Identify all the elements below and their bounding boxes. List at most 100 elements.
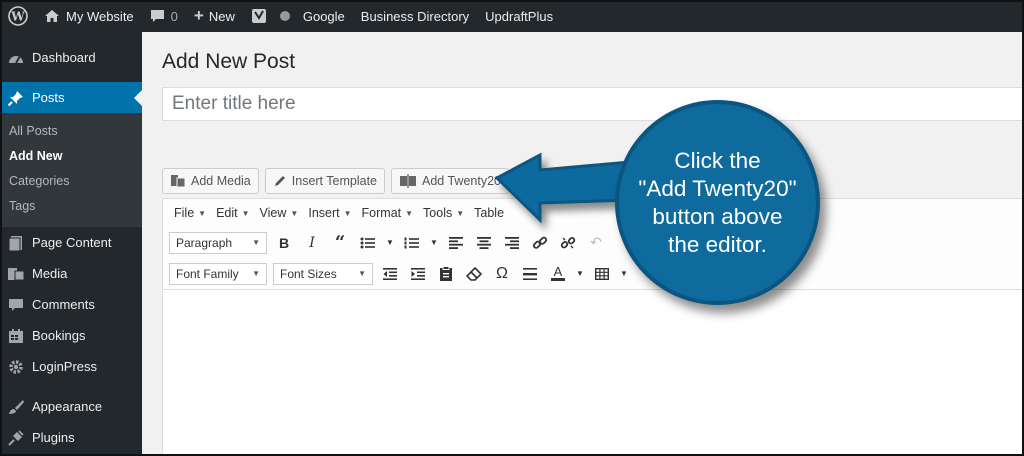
sidebar-item-label: LoginPress	[32, 359, 98, 374]
format-select-value: Paragraph	[176, 235, 233, 250]
menu-format[interactable]: Format ▼	[357, 206, 419, 220]
admin-link-google[interactable]: Google	[295, 0, 353, 32]
calendar-icon	[6, 326, 26, 346]
chevron-down-icon: ▼	[343, 208, 352, 218]
sidebar-item-label: Plugins	[32, 430, 75, 445]
new-label: New	[208, 8, 235, 24]
chevron-down-icon: ▼	[405, 208, 414, 218]
menu-label: Insert	[308, 206, 340, 220]
blockquote-icon[interactable]: “	[329, 232, 351, 254]
plus-icon: +	[193, 6, 204, 25]
sidebar-item-loginpress[interactable]: LoginPress	[0, 351, 142, 382]
menu-label: View	[259, 206, 287, 220]
pin-icon	[6, 88, 26, 108]
chevron-down-icon[interactable]: ▼	[385, 232, 395, 254]
chevron-down-icon: ▼	[241, 208, 250, 218]
admin-link-label: Business Directory	[360, 8, 470, 24]
button-label: Insert Template	[291, 174, 377, 188]
callout-line: "Add Twenty20"	[638, 175, 797, 201]
wordpress-logo-icon[interactable]: W	[0, 0, 36, 32]
page-title: Add New Post	[162, 50, 296, 73]
font-family-value: Font Family	[176, 266, 239, 281]
menu-label: File	[174, 206, 195, 220]
pencil-icon	[273, 174, 287, 188]
chevron-down-icon: ▼	[198, 208, 207, 218]
comment-bubble-icon	[150, 9, 165, 23]
add-media-button[interactable]: Add Media	[162, 168, 259, 194]
submenu-item-add-new[interactable]: Add New	[0, 144, 142, 169]
admin-link-updraftplus[interactable]: UpdraftPlus	[477, 0, 561, 32]
chevron-down-icon: ▼	[358, 269, 366, 278]
comment-icon	[6, 295, 26, 315]
insert-template-button[interactable]: Insert Template	[264, 168, 385, 194]
admin-link-label: Google	[302, 8, 345, 24]
numbered-list-icon[interactable]	[401, 232, 423, 254]
chevron-down-icon: ▼	[290, 208, 299, 218]
menu-file[interactable]: File ▼	[169, 206, 211, 220]
callout-line: Click the	[674, 147, 761, 173]
sidebar-item-label: Page Content	[32, 235, 112, 250]
instruction-callout: Click the "Add Twenty20" button above th…	[440, 100, 840, 340]
sidebar-item-label: Dashboard	[32, 50, 96, 65]
menu-view[interactable]: View ▼	[255, 206, 304, 220]
callout-line: button above	[652, 203, 783, 229]
plug-icon	[6, 428, 26, 448]
chevron-down-icon[interactable]: ▼	[429, 232, 439, 254]
indent-icon[interactable]	[407, 263, 429, 285]
menu-label: Format	[361, 206, 402, 220]
home-icon	[44, 9, 60, 23]
sidebar-item-plugins[interactable]: Plugins	[0, 422, 142, 453]
sidebar-item-posts[interactable]: Posts	[0, 82, 142, 113]
admin-bar: W My Website 0 + New Google Business Dir…	[0, 0, 1024, 32]
sidebar-item-label: Bookings	[32, 328, 86, 343]
sidebar-item-label: Media	[32, 266, 68, 281]
new-content-link[interactable]: + New	[186, 0, 243, 32]
admin-sidebar: Dashboard Posts All Posts Add New Catego…	[0, 32, 142, 456]
posts-submenu: All Posts Add New Categories Tags	[0, 113, 142, 227]
bullet-list-icon[interactable]	[357, 232, 379, 254]
sidebar-item-page-content[interactable]: Page Content	[0, 227, 142, 258]
submenu-item-tags[interactable]: Tags	[0, 194, 142, 219]
status-dot-icon	[275, 0, 295, 32]
admin-link-business-directory[interactable]: Business Directory	[353, 0, 477, 32]
comments-count: 0	[170, 8, 178, 24]
button-label: Add Media	[191, 174, 251, 188]
svg-text:W: W	[10, 10, 25, 24]
comments-link[interactable]: 0	[142, 0, 186, 32]
outdent-icon[interactable]	[379, 263, 401, 285]
sidebar-item-label: Comments	[32, 297, 95, 312]
sidebar-item-label: Posts	[32, 90, 65, 105]
sidebar-item-label: Appearance	[32, 399, 103, 414]
font-family-select[interactable]: Font Family ▼	[169, 262, 267, 285]
site-name-link[interactable]: My Website	[36, 0, 142, 32]
chevron-down-icon: ▼	[252, 238, 260, 247]
format-select[interactable]: Paragraph ▼	[169, 231, 267, 254]
menu-edit[interactable]: Edit ▼	[211, 206, 254, 220]
font-sizes-value: Font Sizes	[280, 266, 337, 281]
sidebar-item-media[interactable]: Media	[0, 258, 142, 289]
media-icon	[6, 264, 26, 284]
sidebar-item-appearance[interactable]: Appearance	[0, 391, 142, 422]
callout-line: the editor.	[668, 231, 767, 257]
sidebar-item-comments[interactable]: Comments	[0, 289, 142, 320]
yoast-icon[interactable]	[243, 0, 275, 32]
gear-icon	[6, 357, 26, 377]
page-icon	[6, 233, 26, 253]
brush-icon	[6, 397, 26, 417]
chevron-down-icon: ▼	[252, 269, 260, 278]
submenu-item-all-posts[interactable]: All Posts	[0, 119, 142, 144]
callout-bubble: Click the "Add Twenty20" button above th…	[615, 100, 820, 305]
menu-insert[interactable]: Insert ▼	[303, 206, 356, 220]
italic-icon[interactable]: I	[301, 232, 323, 254]
site-name-label: My Website	[66, 8, 134, 24]
dashboard-icon	[6, 48, 26, 68]
media-icon	[170, 174, 186, 188]
font-sizes-select[interactable]: Font Sizes ▼	[273, 262, 373, 285]
bold-icon[interactable]: B	[273, 232, 295, 254]
admin-link-label: UpdraftPlus	[485, 8, 554, 24]
twenty20-icon	[399, 174, 417, 188]
sidebar-item-dashboard[interactable]: Dashboard	[0, 42, 142, 73]
submenu-item-categories[interactable]: Categories	[0, 169, 142, 194]
sidebar-item-bookings[interactable]: Bookings	[0, 320, 142, 351]
menu-label: Edit	[216, 206, 238, 220]
